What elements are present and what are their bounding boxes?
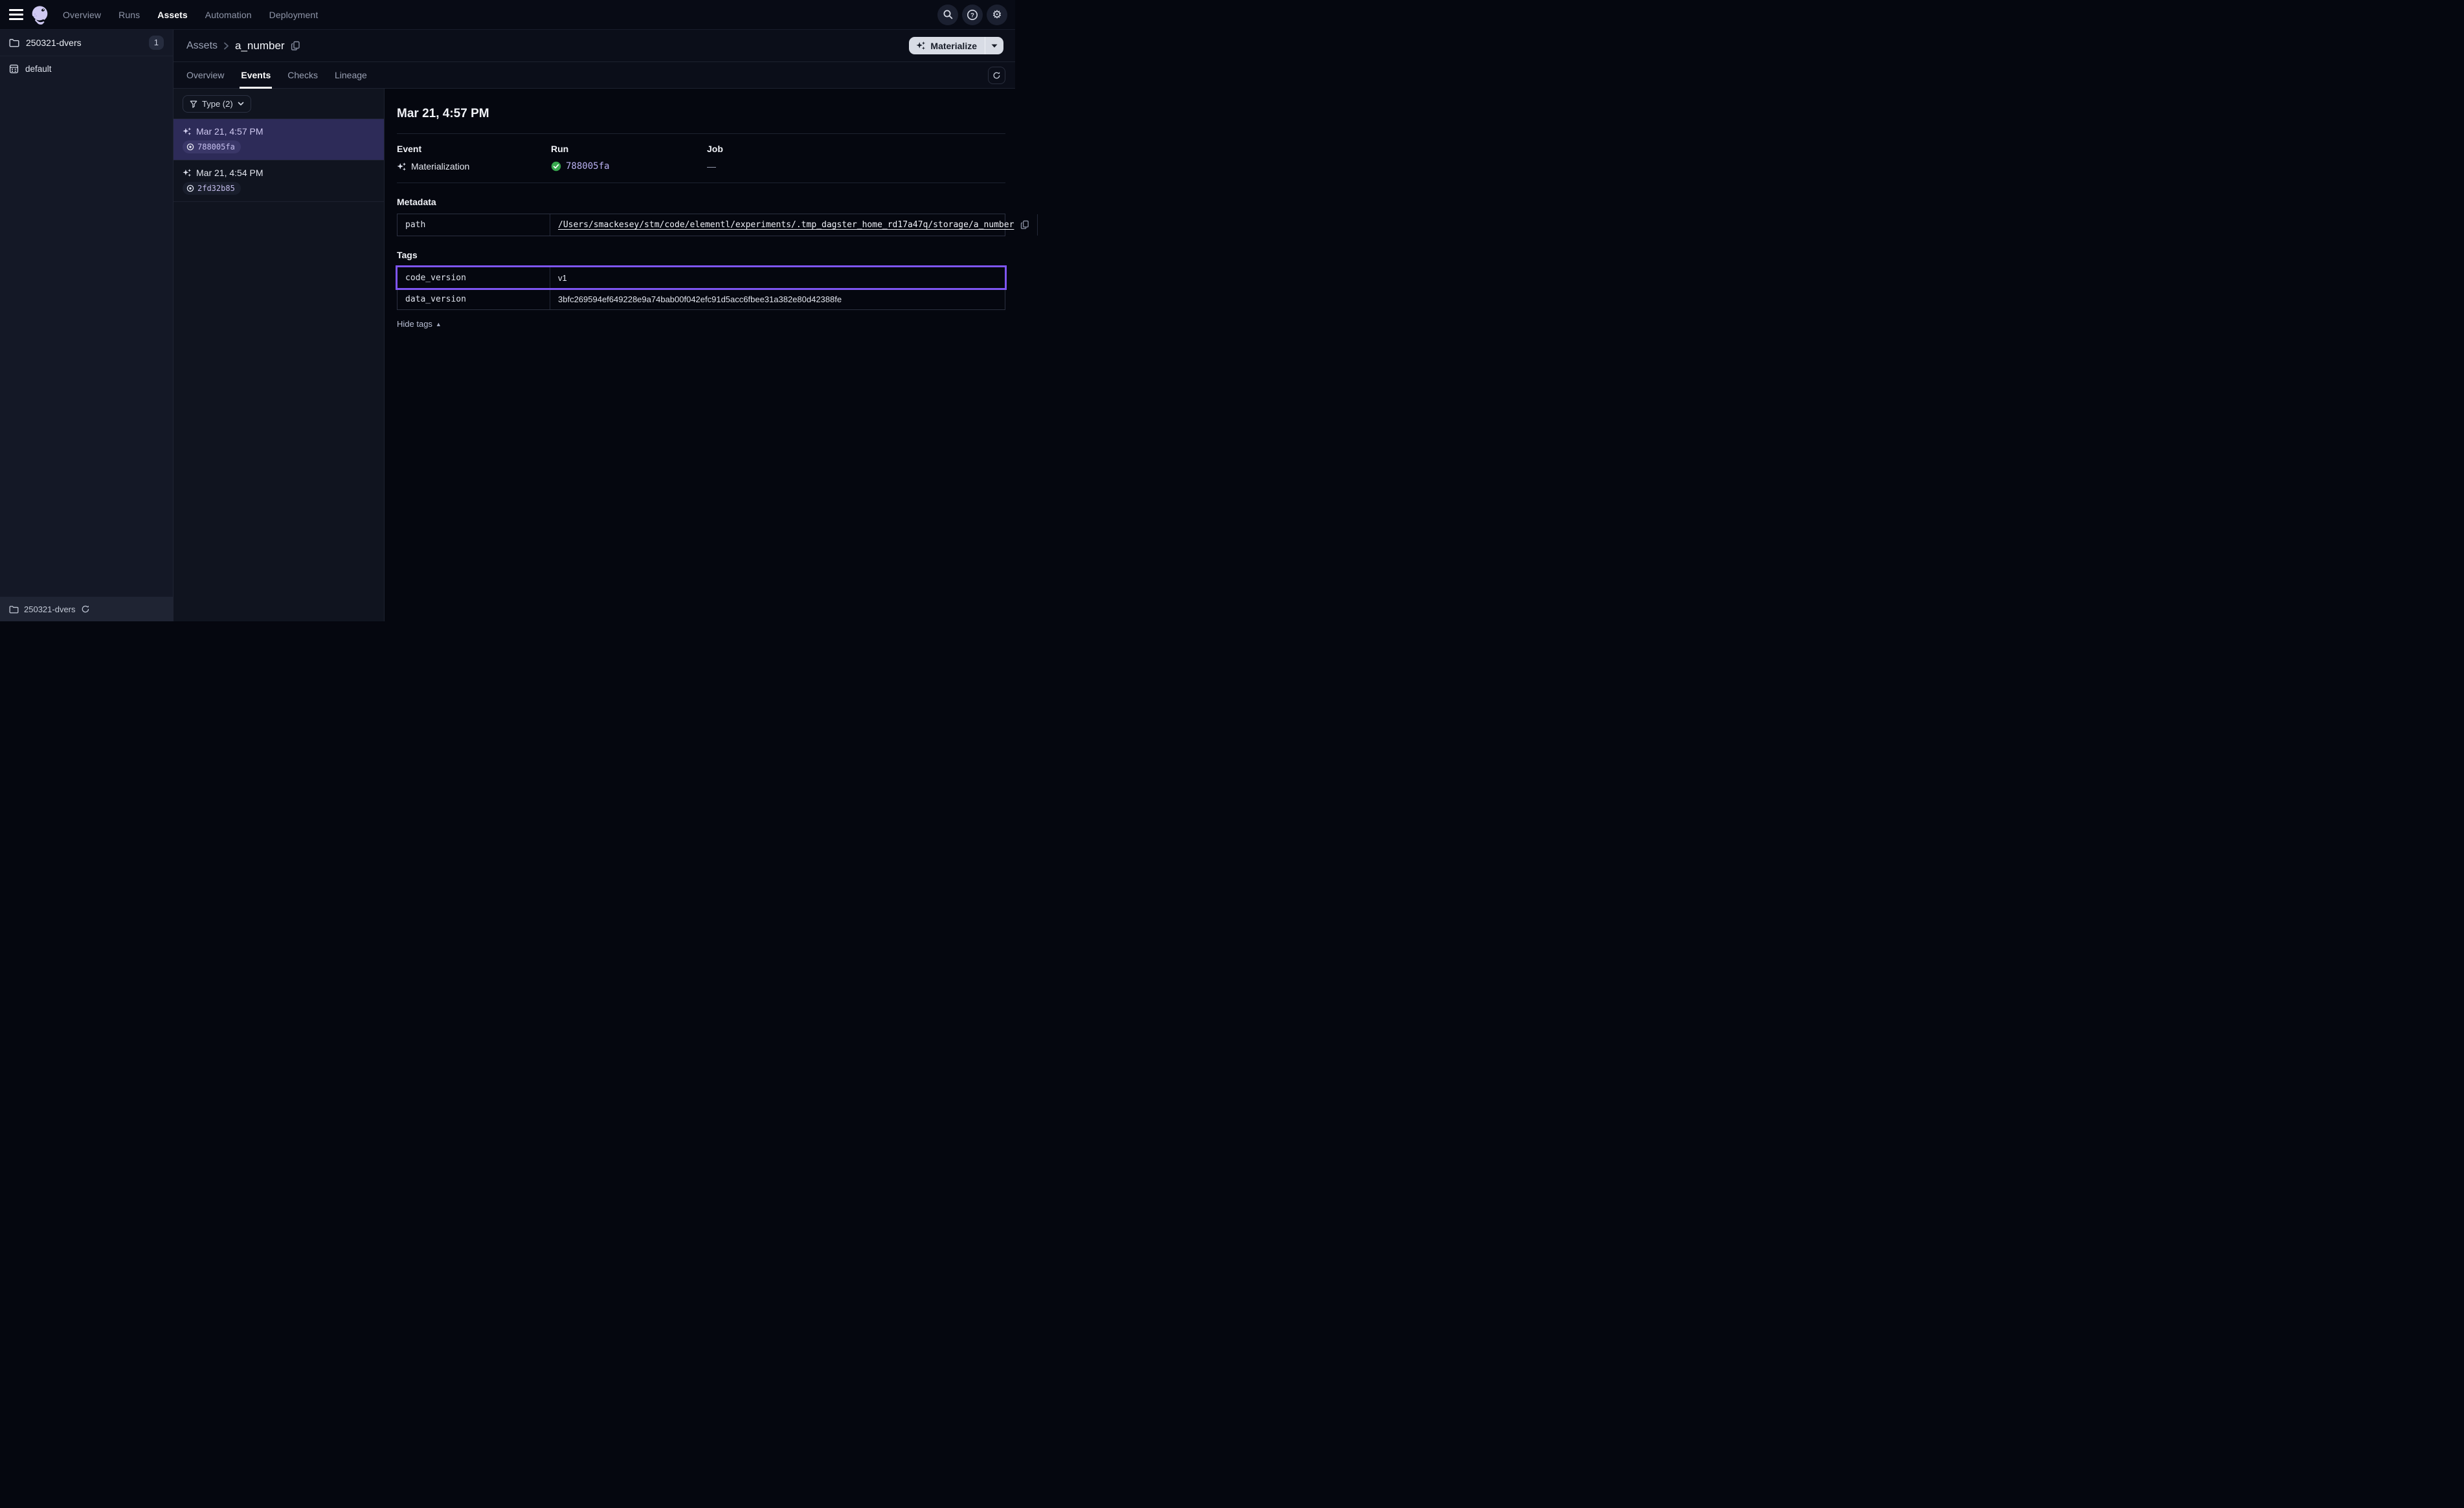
repo-name: 250321-dvers [26, 38, 142, 48]
filter-row: Type (2) [174, 89, 384, 119]
folder-icon [9, 605, 19, 614]
nav-item-overview[interactable]: Overview [63, 10, 101, 20]
metadata-heading: Metadata [397, 197, 1005, 207]
refresh-button[interactable] [988, 67, 1005, 84]
footer-repo-name: 250321-dvers [24, 604, 76, 614]
page-title: a_number [235, 39, 285, 52]
check-circle-icon [551, 161, 561, 172]
repo-count-badge: 1 [149, 36, 164, 50]
chevron-down-icon [238, 102, 244, 106]
dagster-logo[interactable] [30, 5, 50, 25]
run-id-pill: 2fd32b85 [183, 182, 241, 195]
sparkle-icon [183, 127, 192, 136]
divider [397, 133, 1005, 134]
asset-header: Assets a_number Materialize [174, 30, 1015, 89]
event-column-label: Event [397, 144, 551, 154]
group-label: default [25, 64, 52, 74]
copy-icon[interactable] [1020, 220, 1029, 230]
primary-nav: Overview Runs Assets Automation Deployme… [63, 10, 318, 20]
copy-icon[interactable] [291, 41, 300, 51]
breadcrumb: Assets a_number Materialize [174, 30, 1015, 62]
run-id-pill: 788005fa [183, 140, 241, 153]
settings-button[interactable]: ⚙ [987, 5, 1007, 25]
nav-item-deployment[interactable]: Deployment [269, 10, 319, 20]
sidebar-item-default-group[interactable]: default [0, 56, 173, 81]
tab-overview[interactable]: Overview [186, 62, 224, 88]
tag-row-data-version: data_version 3bfc269594ef649228e9a74bab0… [398, 288, 1005, 309]
run-target-icon [186, 184, 194, 192]
materialize-button[interactable]: Materialize [909, 37, 985, 54]
tags-table: code_version v1 data_version 3bfc269594e… [397, 267, 1005, 310]
job-value: — [707, 161, 716, 172]
refresh-icon [992, 71, 1001, 80]
event-detail-title: Mar 21, 4:57 PM [397, 107, 1005, 121]
tab-lineage[interactable]: Lineage [335, 62, 367, 88]
event-detail-panel: Mar 21, 4:57 PM Event Materialization Ru… [385, 89, 1015, 621]
run-id-link[interactable]: 788005fa [566, 161, 609, 172]
nav-item-assets[interactable]: Assets [157, 10, 188, 20]
type-filter-button[interactable]: Type (2) [183, 95, 251, 113]
event-timestamp: Mar 21, 4:54 PM [196, 168, 263, 178]
tags-heading: Tags [397, 250, 1005, 260]
sidebar: 250321-dvers 1 default 250321-dvers [0, 30, 174, 621]
folder-icon [9, 38, 19, 47]
metadata-action-cell [1037, 214, 1053, 236]
event-list-item[interactable]: Mar 21, 4:54 PM 2fd32b85 [174, 161, 384, 202]
caret-down-icon [991, 44, 998, 48]
run-target-icon [186, 143, 194, 151]
tag-key: data_version [398, 289, 550, 309]
top-nav: Overview Runs Assets Automation Deployme… [0, 0, 1015, 30]
nav-item-runs[interactable]: Runs [118, 10, 140, 20]
tag-key: code_version [398, 267, 550, 288]
run-id-text: 2fd32b85 [197, 184, 235, 193]
filter-label: Type (2) [202, 99, 233, 109]
sparkle-icon [916, 41, 926, 50]
asset-tabs: Overview Events Checks Lineage [174, 62, 1015, 89]
nav-item-automation[interactable]: Automation [205, 10, 252, 20]
run-id-text: 788005fa [197, 142, 235, 151]
asset-group-icon [9, 64, 19, 74]
event-list-panel: Type (2) Mar 21, 4:57 PM 788005fa [174, 89, 385, 621]
event-type: Materialization [411, 161, 469, 172]
triangle-up-icon: ▲ [436, 321, 442, 327]
filter-icon [190, 100, 197, 108]
hamburger-icon[interactable] [9, 9, 23, 20]
sparkle-icon [183, 168, 192, 177]
breadcrumb-assets-link[interactable]: Assets [186, 40, 218, 52]
help-button[interactable]: ? [962, 5, 983, 25]
materialize-dropdown-button[interactable] [985, 37, 1003, 54]
materialize-label: Materialize [930, 41, 977, 51]
search-icon [943, 9, 954, 20]
hide-tags-link[interactable]: Hide tags ▲ [397, 319, 442, 329]
metadata-table: path /Users/smackesey/stm/code/elementl/… [397, 214, 1005, 236]
event-summary-columns: Event Materialization Run 788005fa [397, 144, 1005, 172]
metadata-key: path [398, 214, 550, 236]
tab-events[interactable]: Events [241, 62, 271, 88]
help-icon: ? [967, 9, 978, 21]
event-timestamp: Mar 21, 4:57 PM [196, 126, 263, 137]
sidebar-item-repo[interactable]: 250321-dvers 1 [0, 30, 173, 56]
sidebar-footer: 250321-dvers [0, 597, 173, 621]
tab-checks[interactable]: Checks [287, 62, 318, 88]
run-column-label: Run [551, 144, 707, 154]
tag-value: v1 [550, 267, 1005, 288]
refresh-icon[interactable] [81, 604, 90, 614]
sparkle-icon [397, 162, 407, 172]
tag-row-code-version: code_version v1 [398, 267, 1005, 288]
tag-value: 3bfc269594ef649228e9a74bab00f042efc91d5a… [550, 289, 1005, 309]
search-button[interactable] [937, 5, 958, 25]
chevron-right-icon [223, 41, 229, 50]
settings-icon: ⚙ [992, 9, 1002, 20]
job-column-label: Job [707, 144, 1005, 154]
svg-text:?: ? [970, 12, 974, 19]
hide-tags-label: Hide tags [397, 319, 432, 329]
materialize-button-group: Materialize [909, 37, 1003, 54]
event-list-item[interactable]: Mar 21, 4:57 PM 788005fa [174, 119, 384, 161]
metadata-path-link[interactable]: /Users/smackesey/stm/code/elementl/exper… [558, 220, 1014, 230]
